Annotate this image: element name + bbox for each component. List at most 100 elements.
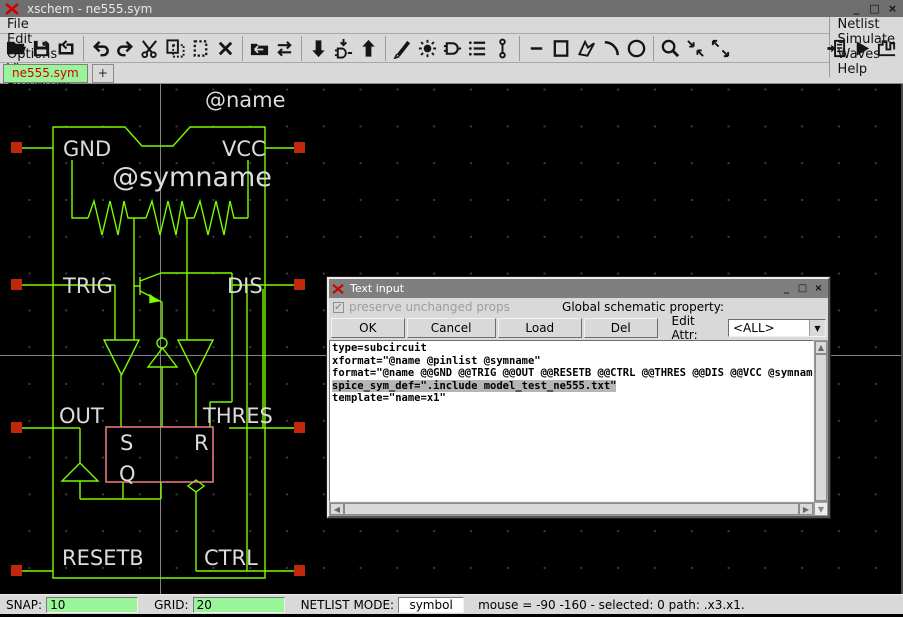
dialog-titlebar[interactable]: Text input _ □ × [329,279,828,298]
grid-label: GRID: [154,598,188,612]
cut-icon[interactable] [138,36,163,61]
horizontal-scrollbar[interactable]: ◀ ▶ [329,502,814,516]
draw-line-icon[interactable] [524,36,549,61]
selected-text: spice_sym_def=".include model_test_ne555… [332,380,616,392]
push-down-icon[interactable] [306,36,331,61]
tab-ne555-sym[interactable]: ne555.sym [3,64,88,83]
property-text-line: type=subcircuit [332,342,811,355]
symbol-pins [11,142,305,576]
label-vcc: VCC [222,137,266,161]
del-button[interactable]: Del [584,318,658,338]
mouse-status-text: mouse = -90 -160 - selected: 0 path: .x3… [478,598,745,612]
paste-icon[interactable] [188,36,213,61]
edit-properties-icon[interactable] [465,36,490,61]
draw-polygon-icon[interactable] [574,36,599,61]
toolbar-separator [301,36,302,61]
scroll-right-icon[interactable]: ▶ [799,503,813,515]
pin-gnd [11,142,22,153]
property-text-area[interactable]: type=subcircuitxformat="@name @pinlist @… [329,340,814,502]
label-trig: TRIG [62,274,113,298]
pop-up-icon[interactable] [356,36,381,61]
undo-icon[interactable] [88,36,113,61]
scroll-left-icon[interactable]: ◀ [330,503,344,515]
dialog-minimize-icon[interactable]: _ [780,283,793,295]
property-text-line: xformat="@name @pinlist @symname" [332,355,811,368]
dialog-header-label: Global schematic property: [562,300,724,314]
new-tab-button[interactable]: + [92,64,114,83]
xschem-window: { "window": { "title": "xschem - ne555.s… [0,0,903,617]
schematic-canvas[interactable]: @name @symname GND VCC TRIG DIS OUT THRE… [0,84,903,594]
label-r: R [194,431,209,455]
draw-circle-icon[interactable] [624,36,649,61]
copy-icon[interactable] [163,36,188,61]
place-pin-icon[interactable] [490,36,515,61]
reload-icon[interactable] [54,36,79,61]
dialog-close-icon[interactable]: × [812,283,825,295]
label-symname: @symname [112,162,272,193]
label-gnd: GND [63,137,111,161]
toolbar-separator [83,36,84,61]
netlist-mode-input[interactable]: symbol [398,597,464,613]
toolbar-separator [385,36,386,61]
menu-item-file[interactable]: File [0,17,83,32]
window-titlebar[interactable]: xschem - ne555.sym _ □ × [0,0,903,17]
menu-button-netlist[interactable]: Netlist [829,17,903,32]
toolbar [0,34,903,63]
menu-right: NetlistSimulateWavesHelp [829,17,903,33]
close-icon[interactable]: × [885,2,900,15]
toolbar-separator [519,36,520,61]
draw-wire-icon[interactable] [390,36,415,61]
chevron-down-icon[interactable]: ▼ [809,320,825,336]
tabbar: ne555.sym + [0,63,903,84]
zoom-in-icon[interactable] [708,36,733,61]
edit-attr-combobox[interactable]: <ALL> ▼ [728,319,826,337]
scroll-down-icon[interactable]: ▼ [814,502,828,516]
text-input-dialog: Text input _ □ × ✔ preserve unchanged pr… [327,277,830,518]
minimize-icon[interactable]: _ [849,2,864,15]
menubar: FileEditOptionsViewPropertiesLayersTools… [0,17,903,34]
window-title: xschem - ne555.sym [27,2,849,16]
grid-input[interactable]: 20 [193,597,285,613]
draw-rectangle-icon[interactable] [549,36,574,61]
waves-icon[interactable] [874,36,899,61]
netlist-mode-label: NETLIST MODE: [301,598,395,612]
ok-button[interactable]: OK [331,318,405,338]
swap-views-icon[interactable] [272,36,297,61]
delete-icon[interactable] [213,36,238,61]
dialog-title: Text input [350,282,780,295]
pin-trig [11,279,22,290]
symbol-wires [22,127,294,578]
snap-input[interactable]: 10 [46,597,138,613]
vertical-scrollbar[interactable]: ▲ [814,340,828,502]
vertical-scrollbar-thumb[interactable] [815,354,827,501]
menu-button-help[interactable]: Help [829,62,903,77]
draw-arc-icon[interactable] [599,36,624,61]
toolbar-separator [242,36,243,61]
horizontal-scrollbar-thumb[interactable] [344,503,799,515]
pin-vcc [294,142,305,153]
place-symbol-icon[interactable] [331,36,356,61]
dialog-maximize-icon[interactable]: □ [796,283,809,295]
maximize-icon[interactable]: □ [867,2,882,15]
back-icon[interactable] [247,36,272,61]
zoom-box-icon[interactable] [658,36,683,61]
cancel-button[interactable]: Cancel [407,318,496,338]
simulate-icon[interactable] [849,36,874,61]
place-component-icon[interactable] [440,36,465,61]
label-name: @name [205,88,286,112]
highlight-icon[interactable] [415,36,440,61]
label-thres: THRES [202,404,273,428]
label-q: Q [119,462,136,486]
save-icon[interactable] [29,36,54,61]
zoom-fit-icon[interactable] [683,36,708,61]
netlist-icon[interactable] [824,36,849,61]
preserve-props-checkbox[interactable]: ✔ [333,302,344,313]
label-out: OUT [59,404,104,428]
scroll-up-icon[interactable]: ▲ [815,341,827,354]
label-s: S [120,431,133,455]
label-resetb: RESETB [62,546,144,570]
property-text-line: format="@name @@GND @@TRIG @@OUT @@RESET… [332,367,811,380]
redo-icon[interactable] [113,36,138,61]
load-button[interactable]: Load [498,318,582,338]
open-icon[interactable] [4,36,29,61]
